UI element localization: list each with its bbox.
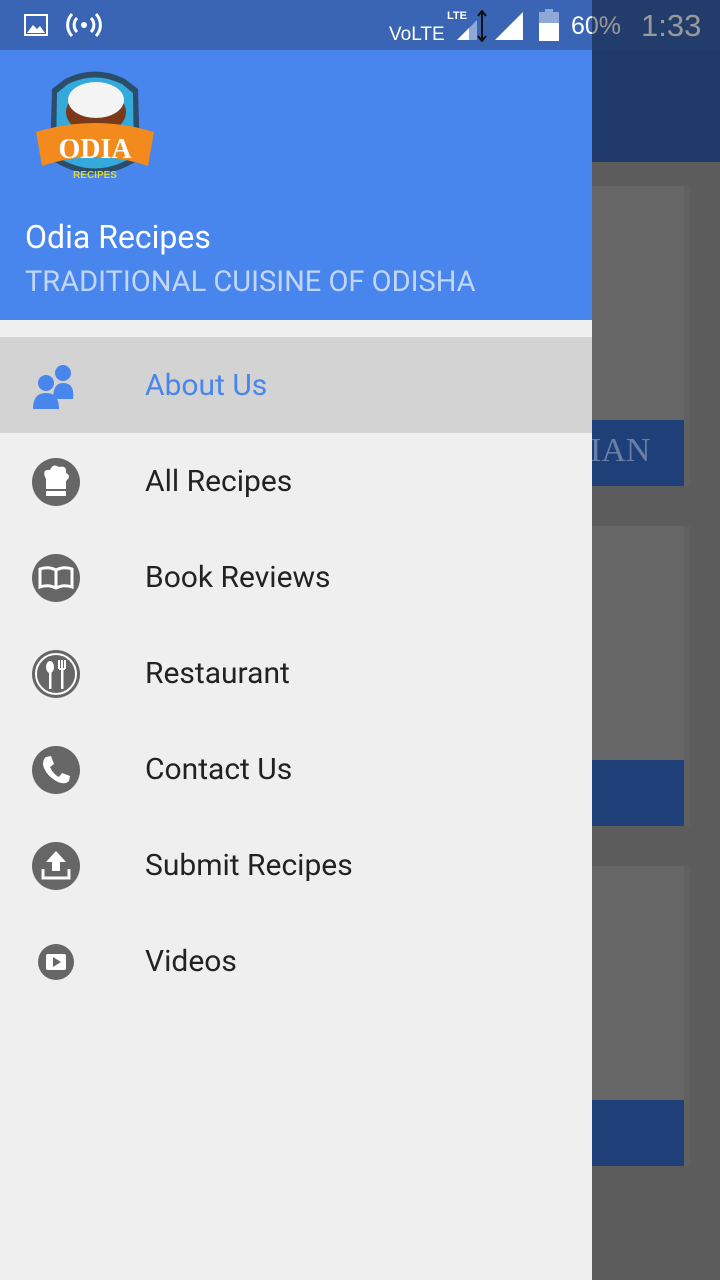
navigation-drawer: ODIA RECIPES Odia Recipes TRADITIONAL CU… bbox=[0, 50, 592, 1280]
menu-item-label: All Recipes bbox=[145, 463, 293, 499]
volte-label: VoLTE bbox=[389, 24, 445, 45]
menu-item-restaurant[interactable]: Restaurant bbox=[0, 625, 592, 721]
menu-item-label: Videos bbox=[145, 943, 237, 979]
image-icon bbox=[24, 14, 48, 36]
menu-item-submit-recipes[interactable]: Submit Recipes bbox=[0, 817, 592, 913]
menu-item-label: Book Reviews bbox=[145, 559, 331, 595]
signal-icon bbox=[457, 10, 523, 42]
category-card[interactable] bbox=[580, 866, 684, 1166]
menu-item-all-recipes[interactable]: All Recipes bbox=[0, 433, 592, 529]
app-subtitle: TRADITIONAL CUISINE OF ODISHA bbox=[25, 265, 476, 299]
svg-text:ODIA: ODIA bbox=[58, 134, 132, 165]
drawer-menu: About Us All Recipes Book Reviews Restau… bbox=[0, 337, 592, 1009]
spoon-fork-icon bbox=[32, 650, 80, 698]
phone-icon bbox=[32, 746, 80, 794]
menu-item-contact-us[interactable]: Contact Us bbox=[0, 721, 592, 817]
menu-item-about-us[interactable]: About Us bbox=[0, 337, 592, 433]
menu-item-videos[interactable]: Videos bbox=[0, 913, 592, 1009]
menu-item-label: About Us bbox=[145, 367, 268, 403]
category-card[interactable] bbox=[580, 526, 684, 826]
svg-text:RECIPES: RECIPES bbox=[73, 170, 117, 181]
app-logo: ODIA RECIPES bbox=[36, 71, 154, 181]
menu-item-label: Restaurant bbox=[145, 655, 290, 691]
category-card[interactable]: IAN bbox=[580, 186, 684, 486]
upload-icon bbox=[32, 842, 80, 890]
play-icon bbox=[38, 944, 74, 980]
card-label: IAN bbox=[580, 420, 684, 486]
chef-hat-icon bbox=[32, 458, 80, 506]
hotspot-icon bbox=[66, 12, 102, 38]
book-icon bbox=[32, 554, 80, 602]
menu-item-label: Submit Recipes bbox=[145, 847, 353, 883]
battery-icon bbox=[539, 9, 559, 41]
status-bar: VoLTE LTE 60% 1:33 bbox=[0, 0, 720, 50]
drawer-header: ODIA RECIPES Odia Recipes TRADITIONAL CU… bbox=[0, 50, 592, 320]
menu-item-book-reviews[interactable]: Book Reviews bbox=[0, 529, 592, 625]
users-icon bbox=[33, 365, 74, 409]
menu-item-label: Contact Us bbox=[145, 751, 293, 787]
app-title: Odia Recipes bbox=[25, 218, 211, 256]
